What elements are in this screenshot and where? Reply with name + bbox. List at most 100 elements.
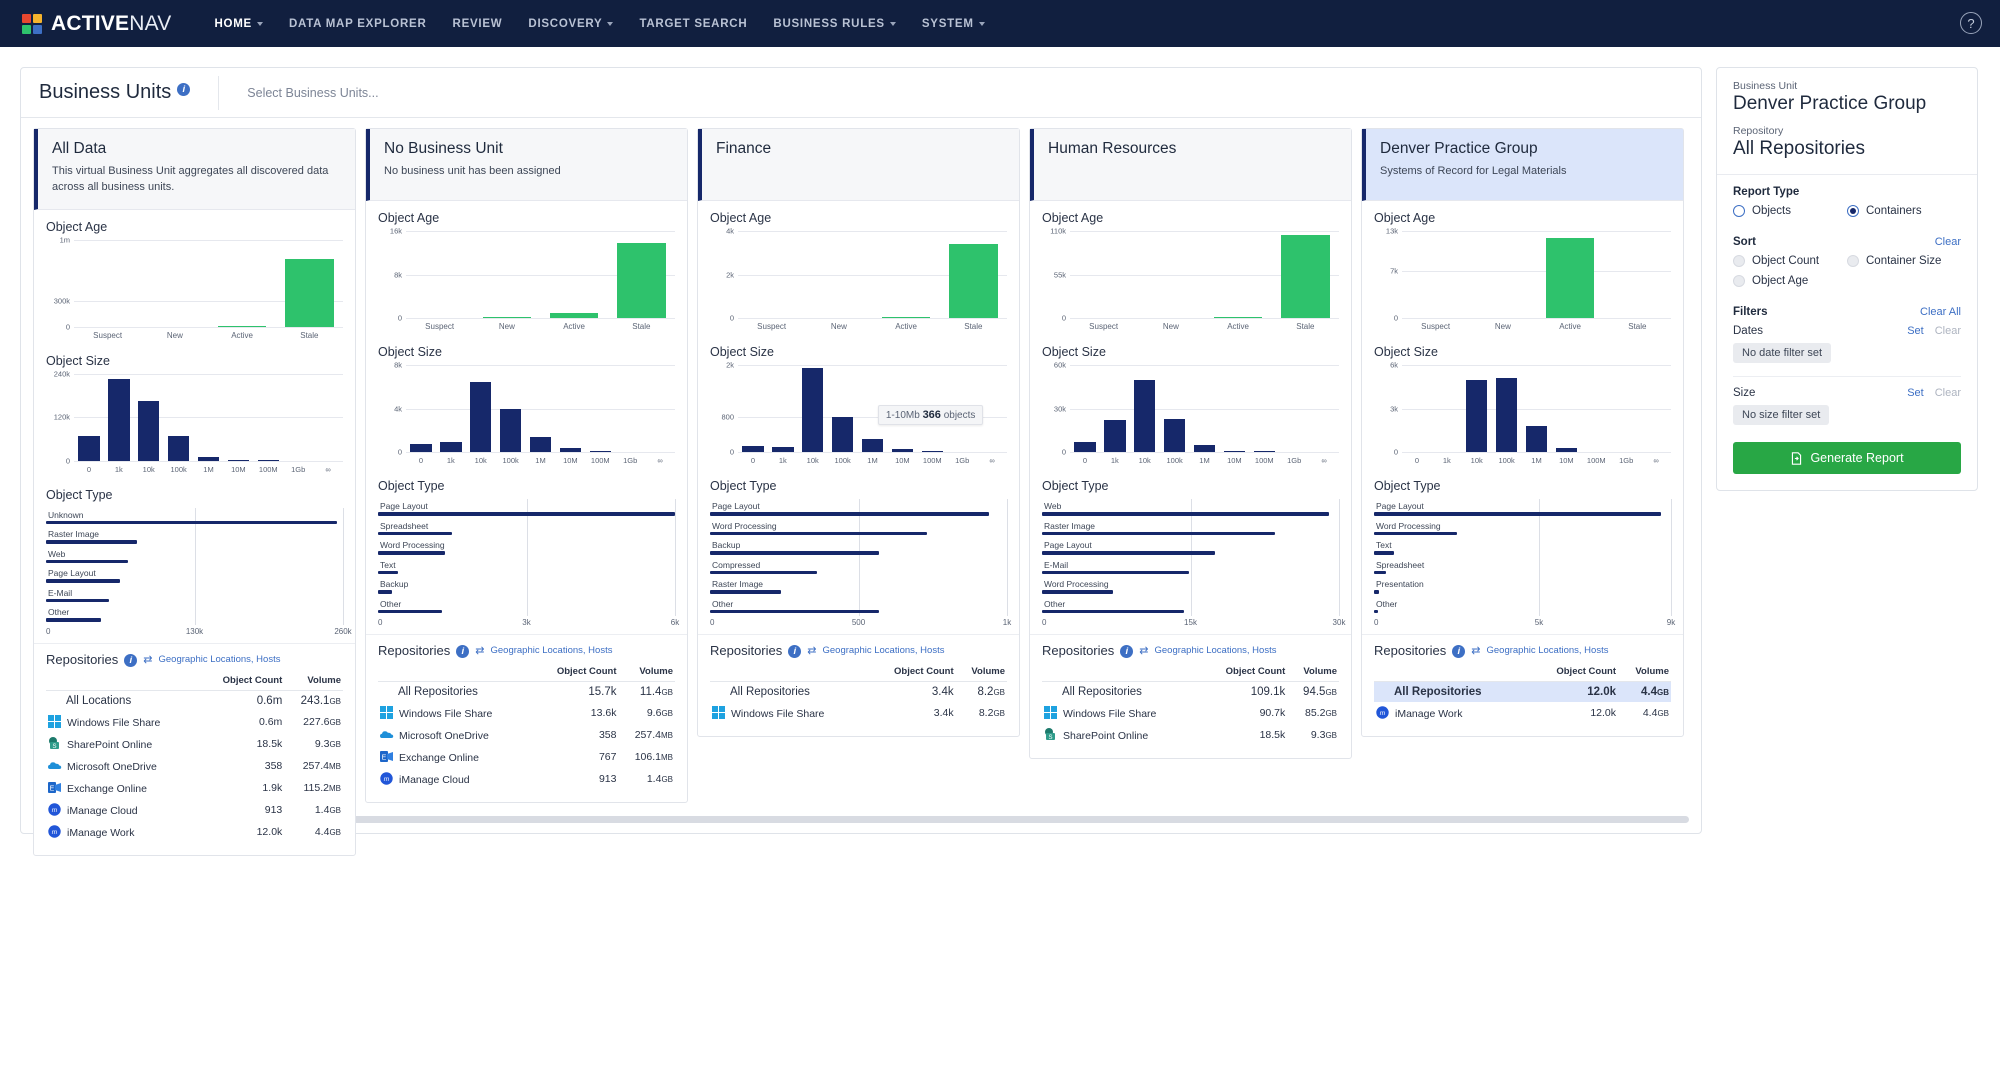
bar-slot[interactable]	[436, 365, 466, 452]
radio-icon[interactable]	[1847, 255, 1859, 267]
repositories-links[interactable]: Geographic Locations, Hosts	[822, 645, 944, 656]
bar-slot[interactable]	[555, 365, 585, 452]
hbar-row[interactable]: Spreadsheet	[1374, 560, 1671, 575]
bar[interactable]	[530, 437, 552, 452]
repositories-links[interactable]: Geographic Locations, Hosts	[1486, 645, 1608, 656]
bar-slot[interactable]	[1402, 365, 1432, 452]
hbar-fill[interactable]	[1374, 532, 1457, 536]
hbar-row[interactable]: Raster Image	[46, 529, 343, 544]
business-unit-column-header[interactable]: Human Resources	[1030, 129, 1351, 201]
bar[interactable]	[560, 448, 582, 452]
hbar-row[interactable]: Text	[1374, 540, 1671, 555]
hbar-fill[interactable]	[710, 571, 817, 575]
hbar-fill[interactable]	[378, 551, 445, 555]
hbar-row[interactable]: Text	[378, 560, 675, 575]
hbar-row[interactable]: E-Mail	[1042, 560, 1339, 575]
bar-slot[interactable]	[1469, 231, 1536, 318]
hbar-row[interactable]: Word Processing	[710, 521, 1007, 536]
swap-icon[interactable]: ⇄	[475, 644, 484, 657]
bar[interactable]	[500, 409, 522, 453]
bar-slot[interactable]	[585, 365, 615, 452]
bar-slot[interactable]	[615, 365, 645, 452]
bar-slot[interactable]	[74, 240, 141, 327]
table-row[interactable]: Windows File Share90.7k85.2GB	[1042, 702, 1339, 724]
hbar-fill[interactable]	[46, 618, 101, 622]
bar[interactable]	[218, 326, 266, 327]
bar-slot[interactable]	[1279, 365, 1309, 452]
bar-slot[interactable]	[406, 365, 436, 452]
table-row[interactable]: SSharePoint Online18.5k9.3GB	[1042, 724, 1339, 746]
hbar-row[interactable]: Compressed	[710, 560, 1007, 575]
chart-plot-area[interactable]: 055k110k	[1070, 231, 1339, 319]
bar[interactable]	[949, 244, 997, 318]
hbar-row[interactable]: Backup	[710, 540, 1007, 555]
bar-slot[interactable]	[1581, 365, 1611, 452]
info-icon[interactable]: i	[1452, 645, 1465, 658]
table-row[interactable]: SSharePoint Online18.5k9.3GB	[46, 733, 343, 755]
hbar-row[interactable]: Page Layout	[710, 501, 1007, 516]
table-row[interactable]: miManage Cloud9131.4GB	[378, 768, 675, 790]
hbar-fill[interactable]	[46, 521, 337, 525]
radio-containers[interactable]: Containers	[1847, 205, 1961, 217]
hbar-fill[interactable]	[1042, 571, 1189, 575]
hbar-fill[interactable]	[46, 599, 109, 603]
bar[interactable]	[1224, 451, 1246, 452]
bar[interactable]	[862, 439, 884, 452]
bar-slot[interactable]	[738, 231, 805, 318]
bar-slot[interactable]	[608, 231, 675, 318]
hbar-fill[interactable]	[378, 590, 392, 594]
nav-item-review[interactable]: REVIEW	[440, 12, 516, 36]
chart-plot-area[interactable]: 0120k240k	[74, 374, 343, 462]
bar-slot[interactable]	[406, 231, 473, 318]
bar-slot[interactable]	[1641, 365, 1671, 452]
bar-slot[interactable]	[74, 374, 104, 461]
hbar-fill[interactable]	[378, 532, 452, 536]
bar[interactable]	[285, 259, 333, 327]
table-row[interactable]: miManage Work12.0k4.4GB	[1374, 702, 1671, 724]
bar-slot[interactable]	[768, 365, 798, 452]
bar[interactable]	[483, 317, 531, 318]
nav-item-discovery[interactable]: DISCOVERY	[515, 12, 626, 36]
bar-slot[interactable]	[1219, 365, 1249, 452]
info-icon[interactable]: i	[124, 654, 137, 667]
dates-clear-link[interactable]: Clear	[1935, 325, 1961, 337]
hbar-fill[interactable]	[1374, 571, 1386, 575]
table-row[interactable]: Microsoft OneDrive358257.4MB	[46, 755, 343, 777]
bar[interactable]	[1134, 380, 1156, 453]
hbar-fill[interactable]	[1042, 532, 1275, 536]
chart-plot-area[interactable]: 0300k1m	[74, 240, 343, 328]
bar-slot[interactable]	[1492, 365, 1522, 452]
hbar-fill[interactable]	[1042, 610, 1184, 614]
bar[interactable]	[1214, 317, 1262, 318]
bar[interactable]	[1164, 419, 1186, 452]
table-row[interactable]: Windows File Share0.6m227.6GB	[46, 711, 343, 733]
hbar-fill[interactable]	[46, 560, 128, 564]
table-row-total[interactable]: All Locations0.6m243.1GB	[46, 690, 343, 711]
chart-plot-area[interactable]: 02k4k	[738, 231, 1007, 319]
hbar-row[interactable]: Other	[378, 599, 675, 614]
bar-slot[interactable]	[1537, 231, 1604, 318]
bar-slot[interactable]	[541, 231, 608, 318]
bar[interactable]	[138, 401, 160, 461]
bar-slot[interactable]	[1137, 231, 1204, 318]
bar[interactable]	[1194, 445, 1216, 452]
bar[interactable]	[440, 442, 462, 452]
table-row[interactable]: miManage Work12.0k4.4GB	[46, 821, 343, 843]
hbar-fill[interactable]	[46, 579, 120, 583]
hbar-fill[interactable]	[378, 512, 675, 516]
business-unit-column-header[interactable]: Finance	[698, 129, 1019, 201]
chart-plot-area[interactable]: Page Layout Word Processing Backup Compress…	[710, 499, 1007, 630]
radio-object-count[interactable]: Object Count	[1733, 255, 1847, 267]
hbar-fill[interactable]	[1374, 512, 1661, 516]
dates-set-link[interactable]: Set	[1907, 325, 1924, 337]
bar-slot[interactable]	[1190, 365, 1220, 452]
table-row-total[interactable]: All Repositories12.0k4.4GB	[1374, 682, 1671, 703]
bar-slot[interactable]	[134, 374, 164, 461]
bar[interactable]	[1074, 442, 1096, 452]
hbar-fill[interactable]	[1374, 610, 1378, 614]
hbar-fill[interactable]	[378, 571, 398, 575]
bar-slot[interactable]	[1130, 365, 1160, 452]
hbar-row[interactable]: Presentation	[1374, 579, 1671, 594]
bar-slot[interactable]	[473, 231, 540, 318]
business-unit-column-header[interactable]: Denver Practice GroupSystems of Record f…	[1362, 129, 1683, 201]
